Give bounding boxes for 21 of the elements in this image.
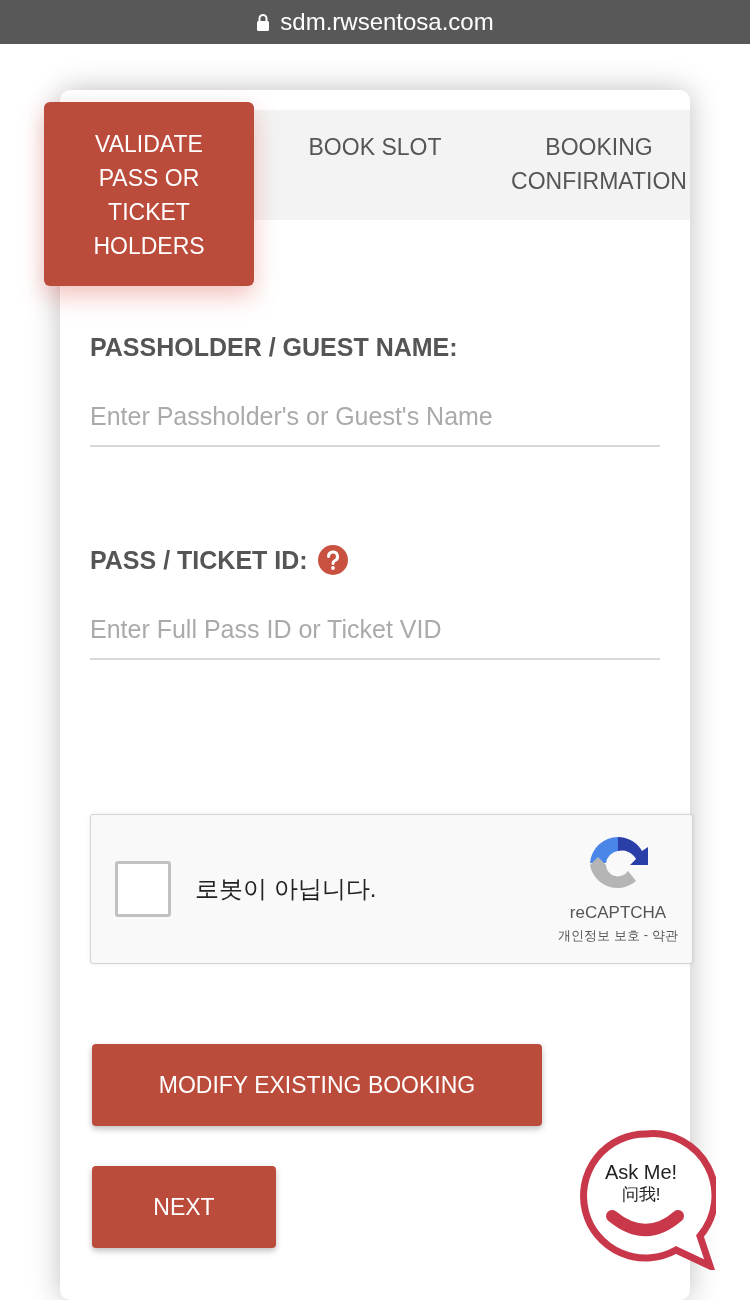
step-tab[interactable]: BOOK SLOT — [254, 110, 496, 164]
captcha-link[interactable]: 약관 — [652, 927, 678, 945]
captcha-link[interactable]: 개인정보 보호 — [558, 927, 640, 945]
next-button[interactable]: NEXT — [92, 1166, 276, 1248]
field-label: PASSHOLDER / GUEST NAME: — [90, 332, 458, 362]
separator-text: - — [643, 927, 648, 944]
chat-bubble-drawing[interactable] — [580, 1130, 716, 1270]
chat-title: Ask Me! — [603, 1162, 679, 1182]
step-tab[interactable]: BOOKING CONFIRMATION — [496, 110, 702, 198]
text-field[interactable]: Enter Passholder's or Guest's Name — [90, 392, 660, 447]
lock-icon — [256, 13, 271, 31]
checkbox[interactable] — [115, 861, 171, 917]
captcha-label: 로봇이 아닙니다. — [195, 874, 378, 904]
modify-booking-button[interactable]: MODIFY EXISTING BOOKING — [92, 1044, 542, 1126]
field-label: PASS / TICKET ID: — [90, 545, 308, 575]
chat-subtitle: 问我! — [620, 1186, 662, 1203]
help-icon[interactable] — [317, 545, 348, 575]
recaptcha-brand: reCAPTCHA — [569, 903, 667, 923]
url-text[interactable]: sdm.rwsentosa.com — [280, 8, 494, 36]
text-field[interactable]: Enter Full Pass ID or Ticket VID — [90, 605, 660, 660]
step-tab[interactable]: VALIDATE PASS OR TICKET HOLDERS — [44, 102, 254, 286]
